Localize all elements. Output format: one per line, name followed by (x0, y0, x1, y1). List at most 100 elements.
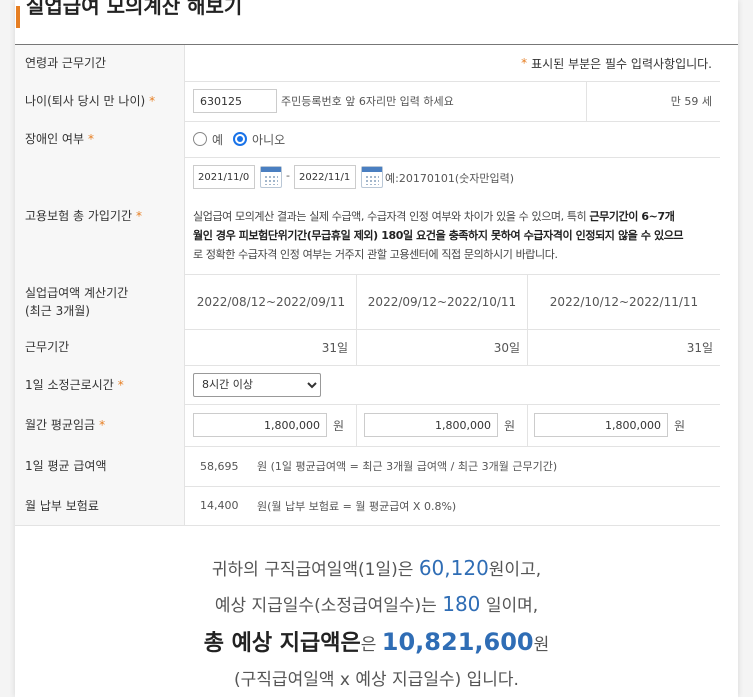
end-calendar-icon[interactable] (361, 166, 383, 188)
calc-period-row: 실업급여액 계산기간 (최근 3개월) 2022/08/12~2022/09/1… (15, 274, 720, 330)
insurance-label: 고용보험 총 가입기간 * (15, 157, 185, 274)
notice-text-line3: 로 정확한 수급자격 인정 여부는 거주지 관할 고용센터에 직접 문의하시기 … (193, 248, 558, 261)
work-days-1: 31일 (321, 340, 348, 355)
header-row: 연령과 근무기간 * 표시된 부분은 필수 입력사항입니다. (15, 45, 720, 82)
insurance-notice: 실업급여 모의계산 결과는 실제 수급액, 수급자격 인정 여부와 차이가 있을… (193, 207, 719, 264)
daily-hours-select[interactable]: 8시간 이상 (193, 372, 321, 397)
daily-hours-cell: 8시간 이상 (193, 365, 321, 404)
monthly-premium-cell: 14,400 원(월 납부 보험료 = 월 평균급여 X 0.8%) (200, 486, 456, 525)
daily-hours-row: 1일 소정근로시간 * 8시간 이상 (15, 365, 720, 405)
calc-period-label-line1: 실업급여액 계산기간 (25, 285, 129, 300)
notice-text: 실업급여 모의계산 결과는 실제 수급액, 수급자격 인정 여부와 차이가 있을… (193, 210, 590, 223)
monthly-premium-desc: 원(월 납부 보험료 = 월 평균급여 X 0.8%) (257, 499, 457, 513)
end-date-input[interactable] (294, 165, 356, 189)
monthly-wage-label: 월간 평균임금 * (15, 404, 185, 446)
daily-hours-label-text: 1일 소정근로시간 (25, 377, 114, 392)
disability-no-radio[interactable] (233, 132, 248, 146)
start-date-input[interactable] (193, 165, 255, 189)
monthly-premium-value: 14,400 (200, 499, 239, 512)
required-star: * (149, 94, 156, 108)
age-separator (586, 81, 587, 121)
disability-yes-radio[interactable] (193, 132, 207, 146)
summary-line-2: 예상 지급일수(소정급여일수)는 180 일이며, (15, 591, 738, 616)
date-dash: - (286, 169, 290, 182)
age-label: 나이(퇴사 당시 만 나이) * (15, 81, 185, 121)
birthdate-hint: 주민등록번호 앞 6자리만 입력 하세요 (281, 95, 454, 108)
page-title: 실업급여 모의계산 해보기 (26, 0, 243, 18)
required-star: * (136, 208, 142, 223)
notice-bold: 근무기간이 6~7개 (589, 210, 675, 223)
summary-text: 은 (360, 635, 382, 655)
benefit-days: 180 (442, 592, 481, 616)
period-2: 2022/09/12~2022/10/11 (367, 294, 517, 309)
header-label: 연령과 근무기간 (15, 45, 185, 81)
summary-text: 예상 지급일수(소정급여일수)는 (214, 596, 443, 616)
daily-benefit-amount: 60,120 (418, 556, 489, 580)
work-days-row: 근무기간 31일 30일 31일 (15, 329, 720, 366)
daily-wage-desc: 원 (1일 평균급여액 = 최근 3개월 급여액 / 최근 3개월 근무기간) (257, 460, 558, 473)
summary-text: 원 (533, 635, 550, 655)
insurance-label-text: 고용보험 총 가입기간 (25, 208, 132, 223)
total-label: 총 예상 지급액은 (203, 631, 361, 656)
notice-bold-line: 월인 경우 피보험단위기간(무급휴일 제외) 180일 요건을 충족하지 못하여… (193, 229, 684, 242)
monthly-wage-row: 월간 평균임금* 원 원 원 (15, 404, 720, 447)
won-unit: 원 (333, 418, 345, 433)
disability-row: 장애인 여부 * 예 아니오 (15, 121, 720, 158)
monthly-premium-row: 월 납부 보험료 14,400 원(월 납부 보험료 = 월 평균급여 X 0.… (15, 486, 720, 526)
daily-wage-value: 58,695 (200, 459, 239, 473)
required-note-text: 표시된 부분은 필수 입력사항입니다. (531, 56, 712, 71)
disability-label-text: 장애인 여부 (25, 132, 85, 146)
age-row: 나이(퇴사 당시 만 나이)* 주민등록번호 앞 6자리만 입력 하세요 만 5… (15, 81, 720, 122)
calc-period-label-line2: (최근 3개월) (25, 303, 90, 318)
work-days-label: 근무기간 (15, 329, 185, 365)
date-example: 예:20170101(숫자만입력) (385, 172, 514, 185)
daily-hours-label: 1일 소정근로시간 * (15, 365, 185, 404)
summary-line-4: (구직급여일액 x 예상 지급일수) 입니다. (234, 670, 519, 690)
birthdate-input[interactable] (193, 89, 277, 113)
work-days-2: 30일 (493, 340, 520, 355)
summary-text: 귀하의 구직급여일액(1일)은 (211, 560, 419, 580)
age-label-text: 나이(퇴사 당시 만 나이) (25, 94, 146, 108)
monthly-wage-2-cell: 원 (364, 404, 515, 446)
work-days-3: 31일 (686, 340, 713, 355)
required-star: * (117, 377, 124, 392)
col-separator (356, 404, 357, 446)
period-1: 2022/08/12~2022/09/11 (196, 294, 346, 309)
insurance-row: 고용보험 총 가입기간 * - 예:20170101(숫자만입력) 실업급여 모의… (15, 157, 720, 275)
monthly-wage-1-input[interactable] (193, 413, 327, 437)
total-amount: 10,821,600 (381, 628, 534, 656)
title-accent-bar (16, 6, 20, 28)
required-star: * (88, 132, 95, 146)
calculator-card: 실업급여 모의계산 해보기 연령과 근무기간 * 표시된 부분은 필수 입력사항… (15, 0, 738, 697)
disability-label: 장애인 여부 * (15, 121, 185, 157)
monthly-premium-label: 월 납부 보험료 (15, 486, 185, 525)
required-note: * 표시된 부분은 필수 입력사항입니다. (521, 45, 712, 81)
period-3: 2022/10/12~2022/11/11 (549, 294, 699, 309)
summary-line-3: 총 예상 지급액은은 10,821,600원 (15, 625, 738, 657)
calc-period-label: 실업급여액 계산기간 (최근 3개월) (15, 274, 185, 329)
disability-yes-label: 예 (212, 132, 224, 147)
disability-options: 예 아니오 (193, 121, 285, 157)
monthly-wage-label-text: 월간 평균임금 (25, 418, 96, 432)
summary-line-1: 귀하의 구직급여일액(1일)은 60,120원이고, (15, 555, 738, 580)
monthly-wage-2-input[interactable] (364, 413, 498, 437)
daily-wage-row: 1일 평균 급여액 58,695 원 (1일 평균급여액 = 최근 3개월 급여… (15, 446, 720, 487)
won-unit: 원 (504, 418, 516, 433)
monthly-wage-3-input[interactable] (534, 413, 668, 437)
col-separator (527, 404, 528, 446)
age-input-cell: 주민등록번호 앞 6자리만 입력 하세요 (193, 81, 454, 121)
start-calendar-icon[interactable] (260, 166, 282, 188)
summary-text: 일이며, (480, 596, 539, 616)
won-unit: 원 (674, 418, 686, 433)
insurance-cell: - 예:20170101(숫자만입력) 실업급여 모의계산 결과는 실제 수급액… (193, 157, 720, 274)
disability-no-label: 아니오 (252, 132, 286, 147)
age-result: 만 59 세 (670, 95, 712, 108)
monthly-wage-3-cell: 원 (534, 404, 685, 446)
title-strip: 실업급여 모의계산 해보기 (15, 0, 738, 45)
summary-text: 원이고, (488, 560, 542, 580)
required-star: * (521, 56, 528, 70)
monthly-wage-1-cell: 원 (193, 404, 344, 446)
required-star: * (99, 418, 106, 432)
daily-wage-cell: 58,695 원 (1일 평균급여액 = 최근 3개월 급여액 / 최근 3개월… (200, 446, 557, 486)
daily-wage-label: 1일 평균 급여액 (15, 446, 185, 486)
